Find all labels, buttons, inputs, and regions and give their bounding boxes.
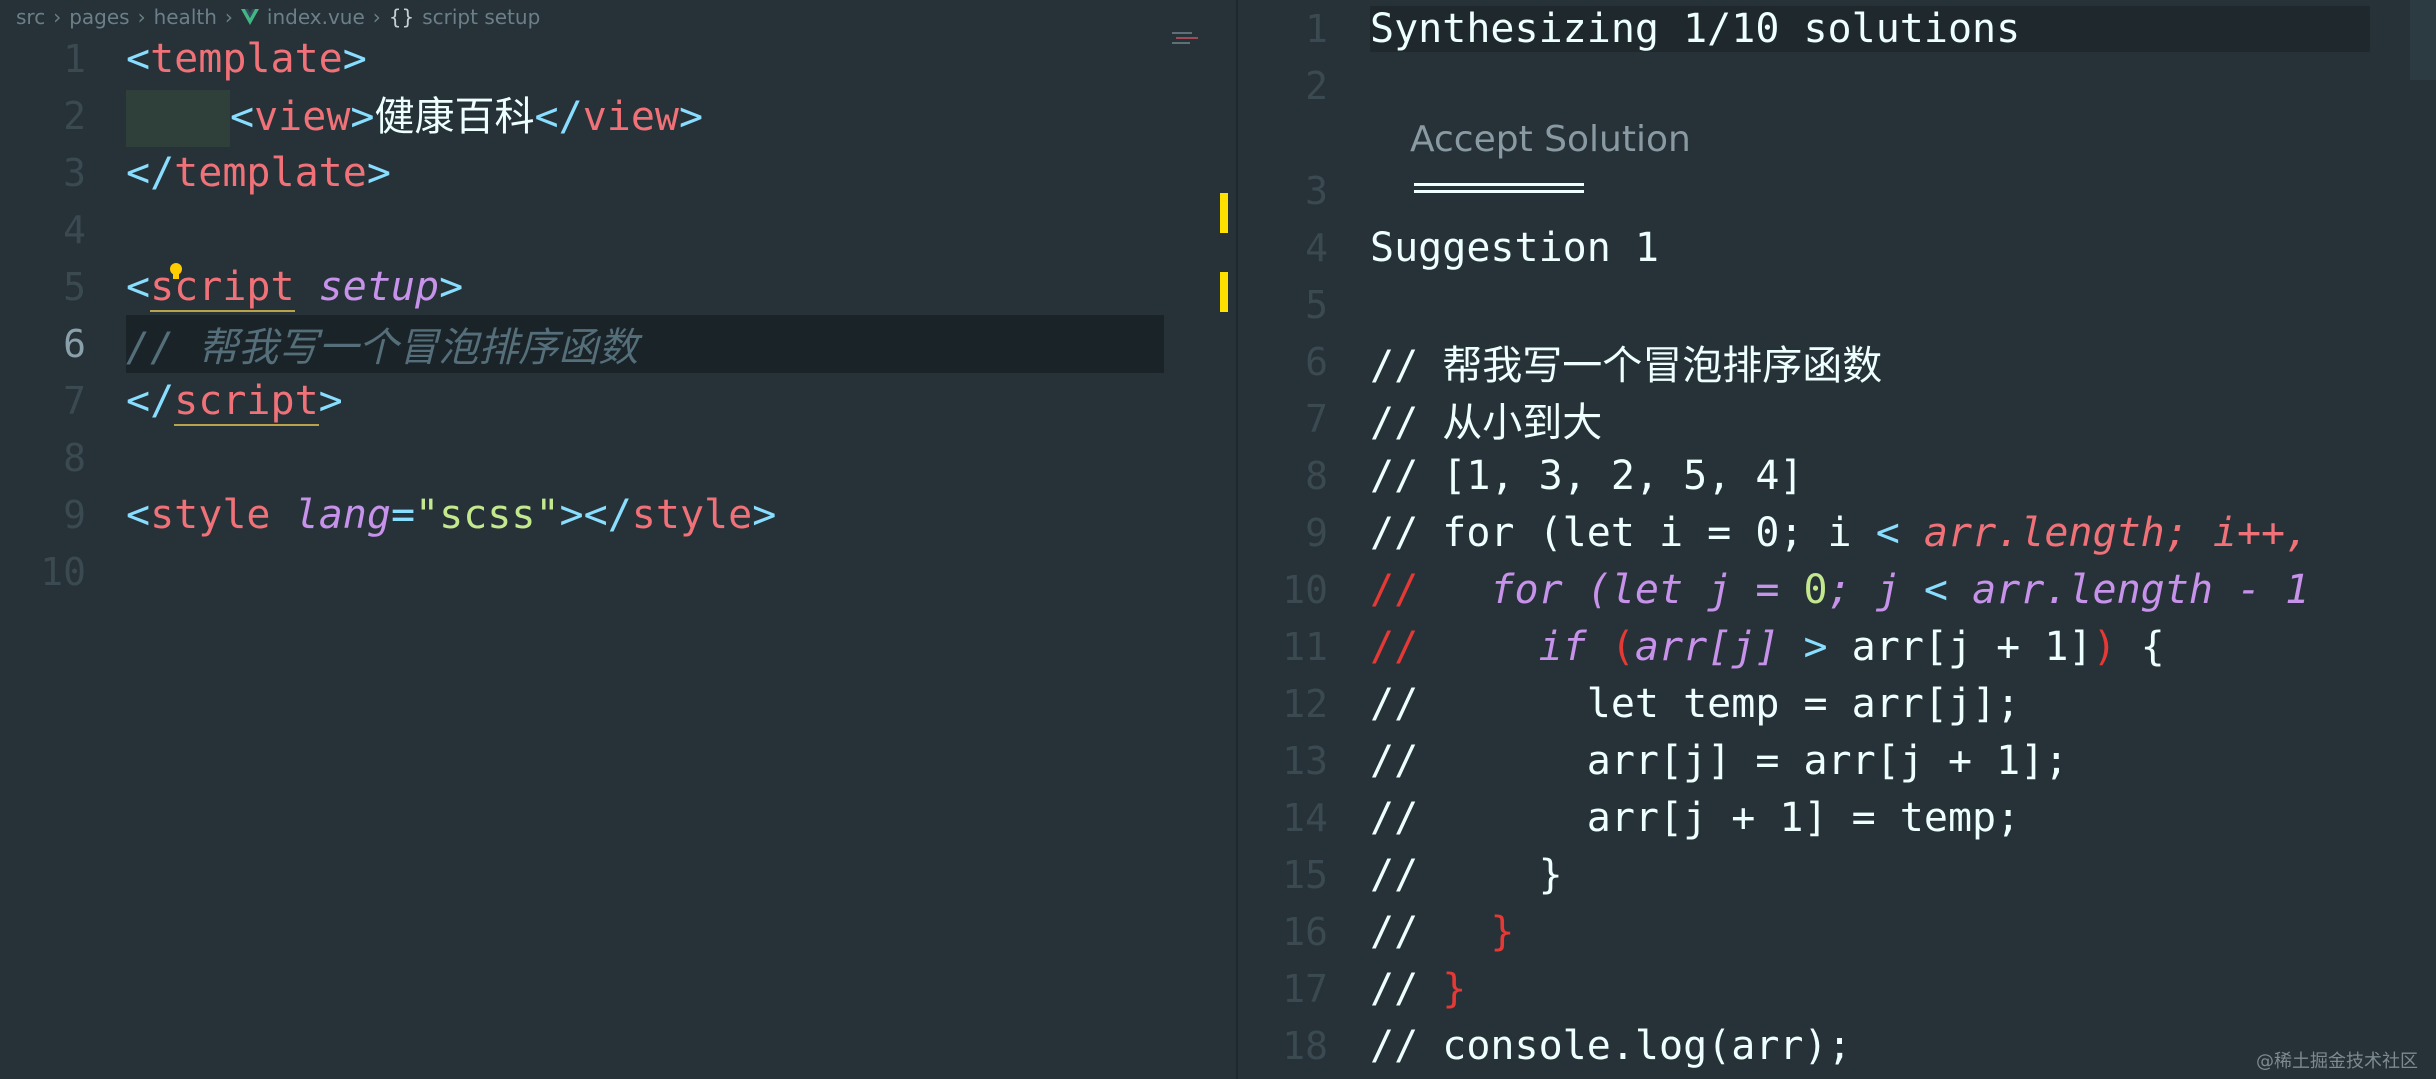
line-number: 2 [63, 93, 86, 138]
panel-line-6: 6 // 帮我写一个冒泡排序函数 [1238, 333, 2436, 390]
code-content: </template> [126, 149, 391, 196]
code-line-6[interactable]: 6 // 帮我写一个冒泡排序函数 [0, 314, 1170, 373]
suggestion-code: // for (let j = 0; j < arr.length - 1 [1370, 566, 2310, 613]
accept-solution-link[interactable]: Accept Solution [1410, 112, 1691, 166]
suggestion-code: // 从小到大 [1370, 399, 1603, 446]
panel-line-5: 5 [1238, 276, 2436, 333]
watermark: @稀土掘金技术社区 [2256, 1051, 2418, 1072]
panel-line-17: 17 // } [1238, 960, 2436, 1017]
suggestion-code: // [1, 3, 2, 5, 4] [1370, 452, 1804, 499]
panel-line-15: 15 // } [1238, 846, 2436, 903]
line-number: 3 [63, 150, 86, 195]
panel-title: Synthesizing 1/10 solutions [1370, 5, 2370, 52]
code-content: <style lang="scss"></style> [126, 491, 777, 538]
line-number: 14 [1282, 795, 1328, 840]
line-number: 1 [63, 36, 86, 81]
line-number: 10 [40, 549, 86, 594]
panel-line-8: 8 // [1, 3, 2, 5, 4] [1238, 447, 2436, 504]
line-number: 15 [1282, 852, 1328, 897]
panel-line-12: 12 // let temp = arr[j]; [1238, 675, 2436, 732]
line-number: 8 [1305, 453, 1328, 498]
suggestion-code: // } [1370, 908, 1515, 955]
panel-line-11: 11 // if (arr[j] > arr[j + 1]) { [1238, 618, 2436, 675]
indent-highlight [126, 90, 230, 148]
suggestion-code: // } [1370, 965, 1467, 1012]
line-number: 3 [1305, 168, 1328, 213]
panel-line-10: 10 // for (let j = 0; j < arr.length - 1 [1238, 561, 2436, 618]
line-number: 2 [1305, 63, 1328, 108]
code-line-8[interactable]: 8 [0, 429, 1170, 486]
line-number: 7 [63, 378, 86, 423]
braces-icon: {} [388, 5, 415, 29]
suggestion-code: // for (let i = 0; i < arr.length; i++, [1370, 509, 2310, 556]
panel-line-7: 7 // 从小到大 [1238, 390, 2436, 447]
line-number: 9 [1305, 510, 1328, 555]
panel-line-14: 14 // arr[j + 1] = temp; [1238, 789, 2436, 846]
code-line-5[interactable]: 5 <script setup> [0, 258, 1170, 315]
left-editor[interactable]: src › pages › health › index.vue › {} sc… [0, 0, 1236, 1079]
line-number: 4 [63, 207, 86, 252]
code-line-3[interactable]: 3 </template> [0, 144, 1170, 201]
vue-file-icon [240, 9, 259, 25]
suggestion-code: // console.log(arr); [1370, 1022, 1852, 1069]
line-number: 12 [1282, 681, 1328, 726]
line-number: 11 [1282, 624, 1328, 669]
code-line-9[interactable]: 9 <style lang="scss"></style> [0, 486, 1170, 543]
panel-line-1: 1 Synthesizing 1/10 solutions [1238, 0, 2436, 57]
line-number: 5 [1305, 282, 1328, 327]
line-number: 17 [1282, 966, 1328, 1011]
separator-rule [1414, 183, 1584, 193]
code-line-2[interactable]: 2 <view>健康百科</view> [0, 87, 1170, 148]
code-line-10[interactable]: 10 [0, 543, 1170, 600]
line-number: 9 [63, 492, 86, 537]
code-content: <template> [126, 35, 367, 82]
chevron-right-icon: › [224, 5, 233, 29]
line-number: 16 [1282, 909, 1328, 954]
breadcrumb-file[interactable]: index.vue [267, 5, 365, 29]
breadcrumb-src[interactable]: src [16, 5, 45, 29]
chevron-right-icon: › [53, 5, 62, 29]
suggestion-code: // 帮我写一个冒泡排序函数 [1370, 342, 1883, 389]
line-number: 8 [63, 435, 86, 480]
change-marker [1220, 193, 1228, 233]
breadcrumb: src › pages › health › index.vue › {} sc… [16, 2, 540, 32]
breadcrumb-health[interactable]: health [154, 5, 217, 29]
change-marker [1220, 272, 1228, 312]
line-number: 6 [63, 321, 86, 366]
panel-line-2: 2 [1238, 57, 2436, 114]
panel-line-4: 4 Suggestion 1 [1238, 219, 2436, 276]
lightbulb-icon[interactable] [168, 262, 184, 284]
suggestion-code: // } [1370, 851, 1563, 898]
breadcrumb-pages[interactable]: pages [69, 5, 129, 29]
code-content: </script> [126, 377, 343, 426]
copilot-suggestions-panel[interactable]: 1 Synthesizing 1/10 solutions 2 Accept S… [1238, 0, 2436, 1079]
line-number: 6 [1305, 339, 1328, 384]
line-number: 10 [1282, 567, 1328, 612]
line-number: 7 [1305, 396, 1328, 441]
code-content: // 帮我写一个冒泡排序函数 [126, 314, 1164, 373]
line-number: 5 [63, 264, 86, 309]
suggestion-heading: Suggestion 1 [1370, 224, 1659, 271]
minimap-icon[interactable] [1172, 30, 1198, 48]
suggestion-code: // arr[j + 1] = temp; [1370, 794, 2021, 841]
line-number: 18 [1282, 1023, 1328, 1068]
code-line-7[interactable]: 7 </script> [0, 372, 1170, 429]
suggestion-code: // let temp = arr[j]; [1370, 680, 2021, 727]
panel-line-13: 13 // arr[j] = arr[j + 1]; [1238, 732, 2436, 789]
line-number: 1 [1305, 6, 1328, 51]
panel-line-16: 16 // } [1238, 903, 2436, 960]
suggestion-code: // if (arr[j] > arr[j + 1]) { [1370, 623, 2165, 670]
chevron-right-icon: › [372, 5, 381, 29]
line-number: 4 [1305, 225, 1328, 270]
code-line-4[interactable]: 4 [0, 201, 1170, 258]
suggestion-code: // arr[j] = arr[j + 1]; [1370, 737, 2069, 784]
code-line-1[interactable]: 1 <template> [0, 30, 1170, 87]
code-content: <view>健康百科</view> [126, 84, 703, 148]
breadcrumb-symbol[interactable]: script setup [422, 5, 540, 29]
chevron-right-icon: › [137, 5, 146, 29]
line-number: 13 [1282, 738, 1328, 783]
panel-line-9: 9 // for (let i = 0; i < arr.length; i++… [1238, 504, 2436, 561]
